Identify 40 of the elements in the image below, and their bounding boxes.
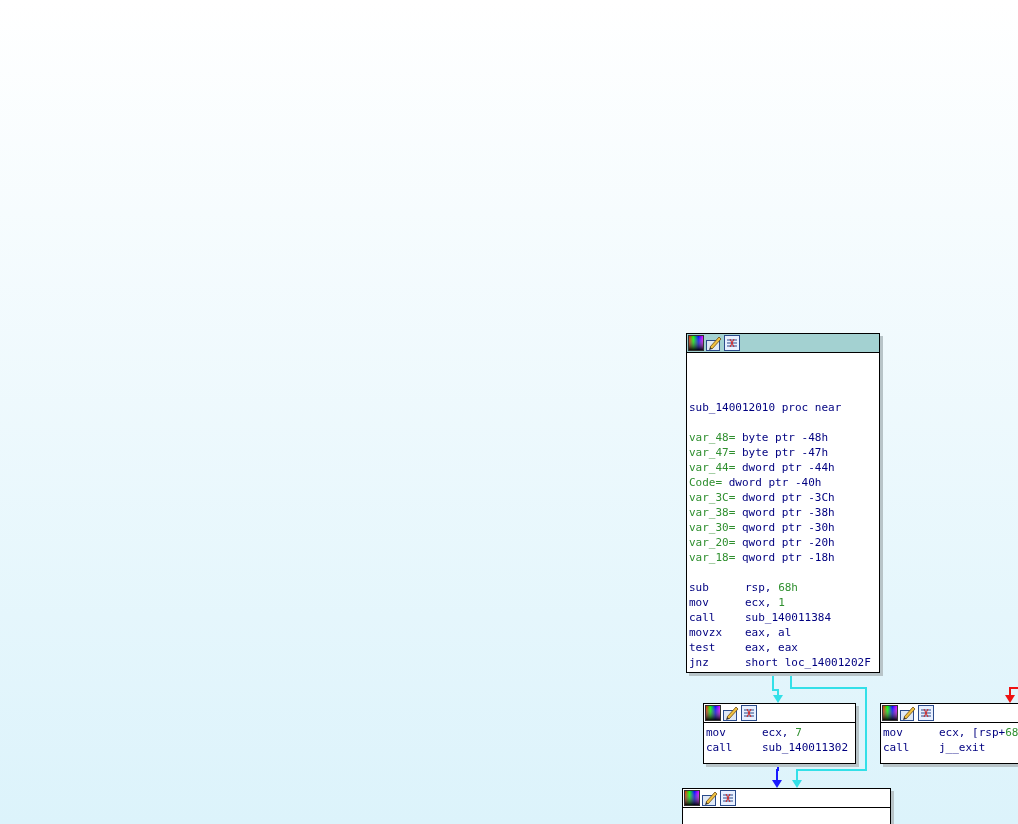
code-line: mov ecx, 1 [689,595,786,610]
graph-list-icon[interactable] [720,790,736,806]
node-header[interactable] [683,789,890,808]
color-palette-icon[interactable] [684,790,700,806]
graph-node[interactable]: mov ecx, [rsp+68 call j__exit [880,703,1018,764]
code-line: mov ecx, [rsp+68 [883,725,1018,740]
code-line: var_38= qword ptr -38h [689,505,836,520]
graph-list-icon[interactable] [918,705,934,721]
code-line: test eax, eax [689,640,799,655]
code-line: var_47= byte ptr -47h [689,445,830,460]
graph-list-icon[interactable] [724,335,740,351]
pencil-icon[interactable] [702,790,718,806]
graph-node[interactable]: mov ecx, 7 call sub_140011302 [703,703,856,764]
code-line: var_44= dword ptr -44h [689,460,836,475]
graph-list-icon[interactable] [741,705,757,721]
code-line: var_30= qword ptr -30h [689,520,836,535]
code-line: sub_140012010 proc near [689,400,843,415]
code-line: mov ecx, 7 [706,725,803,740]
code-line: var_48= byte ptr -48h [689,430,830,445]
code-line: call j__exit [883,740,987,755]
edge-arrow [1005,687,1018,703]
code-line: var_3C= dword ptr -3Ch [689,490,836,505]
pencil-icon[interactable] [723,705,739,721]
code-line: sub rsp, 68h [689,580,799,595]
node-header[interactable] [704,704,855,723]
node-header[interactable] [881,704,1018,723]
code-line: movzx eax, al [689,625,793,640]
pencil-icon[interactable] [900,705,916,721]
pencil-icon[interactable] [706,335,722,351]
graph-node[interactable] [686,333,880,673]
code-line: Code= dword ptr -40h [689,475,823,490]
code-line: call sub_140011302 [706,740,850,755]
color-palette-icon[interactable] [688,335,704,351]
code-line: var_18= qword ptr -18h [689,550,836,565]
code-line: call sub_140011384 [689,610,833,625]
color-palette-icon[interactable] [882,705,898,721]
code-line: var_20= qword ptr -20h [689,535,836,550]
code-line: jnz short loc_14001202F [689,655,872,670]
node-header[interactable] [687,334,879,353]
color-palette-icon[interactable] [705,705,721,721]
